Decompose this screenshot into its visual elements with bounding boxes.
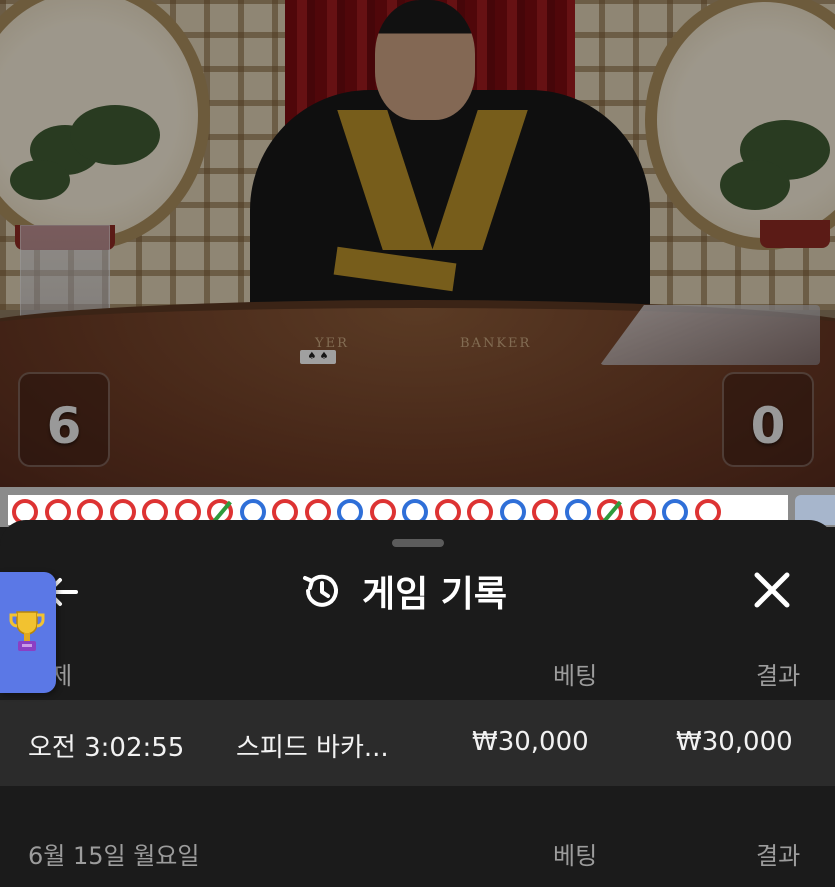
row-game: 스피드 바카...	[236, 733, 389, 763]
row-result: ₩30,000	[676, 727, 793, 757]
live-video: YER BANKER ♠ ♠ 6 0	[0, 0, 835, 487]
modal-overlay[interactable]	[0, 0, 835, 487]
result-column-header: 결과	[756, 842, 801, 870]
history-icon	[303, 574, 338, 607]
bet-column-header: 베팅	[553, 842, 598, 870]
close-icon[interactable]	[752, 570, 792, 610]
game-history-sheet: 게임 기록 어제 베팅 결과 오전 3:02:55 스피드 바카... ₩30,…	[0, 520, 835, 887]
row-bet: ₩30,000	[472, 727, 589, 757]
sheet-header: 게임 기록	[300, 568, 508, 615]
group-date: 6월 15일 월요일	[28, 842, 200, 870]
result-column-header: 결과	[756, 662, 801, 690]
row-time: 오전 3:02:55	[28, 733, 185, 763]
bet-column-header: 베팅	[553, 662, 598, 690]
trophy-tab-button[interactable]	[0, 572, 56, 693]
page-title: 게임 기록	[362, 574, 508, 615]
history-row[interactable]: 오전 3:02:55 스피드 바카... ₩30,000 ₩30,000	[0, 700, 835, 786]
history-group-header: 6월 15일 월요일 베팅 결과	[0, 820, 835, 880]
trophy-icon	[9, 611, 45, 651]
sheet-drag-handle[interactable]	[392, 539, 444, 547]
history-group-header: 어제 베팅 결과	[0, 640, 835, 700]
